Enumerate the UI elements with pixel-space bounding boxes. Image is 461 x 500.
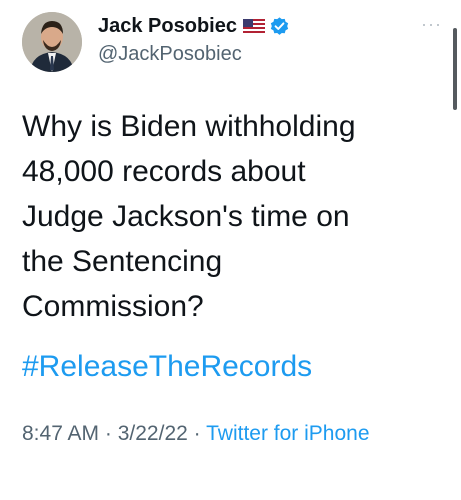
scrollbar[interactable] (453, 28, 457, 110)
tweet-header: Jack Posobiec @JackPosobiec ··· (22, 12, 442, 72)
name-row: Jack Posobiec (98, 12, 290, 40)
author-name[interactable]: Jack Posobiec (98, 15, 237, 38)
us-flag-icon (242, 18, 265, 34)
more-options-icon[interactable]: ··· (421, 14, 442, 35)
meta-separator: · (187, 422, 207, 445)
tweet-text: Why is Biden withholding 48,000 records … (22, 110, 356, 323)
tweet-meta: 8:47 AM · 3/22/22 · Twitter for iPhone (22, 418, 422, 449)
author-handle[interactable]: @JackPosobiec (98, 43, 290, 66)
author-block: Jack Posobiec @JackPosobiec (98, 12, 290, 66)
hashtag-link[interactable]: #ReleaseTheRecords (22, 344, 312, 389)
tweet-date[interactable]: 3/22/22 (118, 422, 188, 445)
avatar[interactable] (22, 12, 82, 72)
tweet-time: 8:47 AM (22, 422, 100, 445)
verified-badge-icon (269, 16, 290, 37)
meta-separator: · (99, 422, 118, 445)
avatar-image (22, 12, 82, 72)
tweet-source-link[interactable]: Twitter for iPhone (206, 422, 369, 445)
